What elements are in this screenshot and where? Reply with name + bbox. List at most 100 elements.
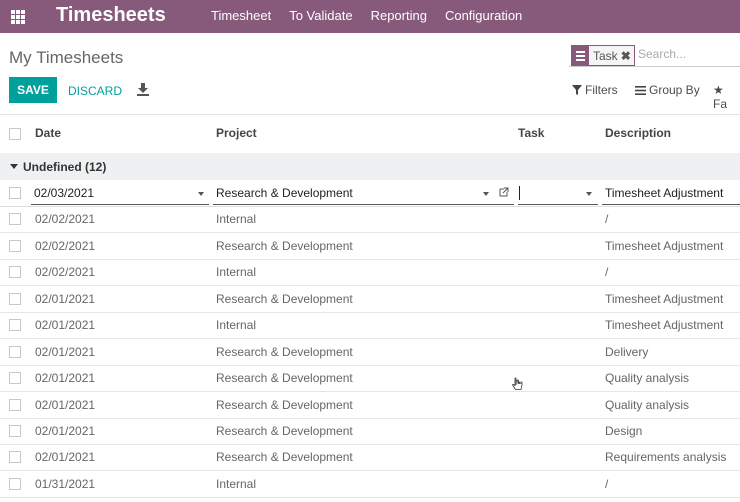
menu-item-timesheet[interactable]: Timesheet bbox=[211, 8, 271, 23]
table-row[interactable]: 02/01/2021 Research & Development Qualit… bbox=[0, 365, 740, 392]
star-icon: ★ bbox=[713, 83, 724, 97]
row-date: 02/01/2021 bbox=[35, 398, 96, 412]
row-date: 02/01/2021 bbox=[35, 318, 96, 332]
row-checkbox[interactable] bbox=[9, 478, 21, 490]
table-row[interactable]: 02/01/2021 Research & Development Delive… bbox=[0, 339, 740, 366]
table-row[interactable]: 02/02/2021 Internal / bbox=[0, 259, 740, 286]
select-all-checkbox[interactable] bbox=[9, 128, 21, 140]
group-by-button[interactable]: Group By bbox=[635, 83, 700, 97]
search-facet-task[interactable]: Task ✖ bbox=[571, 45, 635, 66]
row-description: Delivery bbox=[605, 345, 649, 359]
project-field[interactable]: Research & Development bbox=[213, 183, 514, 205]
facet-label: Task bbox=[593, 48, 618, 63]
download-icon[interactable] bbox=[137, 83, 149, 96]
row-date: 02/01/2021 bbox=[35, 450, 96, 464]
discard-button[interactable]: DISCARD bbox=[68, 84, 122, 98]
hand-cursor-icon bbox=[512, 377, 523, 390]
table-row[interactable]: 02/01/2021 Research & Development Timesh… bbox=[0, 286, 740, 313]
table-row[interactable]: 02/01/2021 Research & Development Qualit… bbox=[0, 392, 740, 419]
favorites-button[interactable]: ★ Fa bbox=[713, 83, 740, 111]
row-description: Quality analysis bbox=[605, 371, 690, 385]
row-checkbox[interactable] bbox=[9, 293, 21, 305]
table-row[interactable]: 02/02/2021 Internal / bbox=[0, 206, 740, 233]
row-project: Internal bbox=[216, 318, 257, 332]
menu-item-reporting[interactable]: Reporting bbox=[371, 8, 427, 23]
table-row[interactable]: 02/01/2021 Research & Development Design bbox=[0, 418, 740, 445]
favorites-label: Fa bbox=[713, 97, 728, 111]
task-field[interactable] bbox=[518, 183, 598, 205]
filters-label: Filters bbox=[585, 83, 618, 97]
column-header-description[interactable]: Description bbox=[605, 126, 671, 140]
dropdown-caret-icon[interactable] bbox=[483, 192, 489, 196]
row-project: Internal bbox=[216, 212, 257, 226]
row-description: Requirements analysis bbox=[605, 450, 727, 464]
filter-icon bbox=[572, 85, 582, 95]
save-button[interactable]: SAVE bbox=[9, 77, 57, 103]
row-description: Design bbox=[605, 424, 643, 438]
row-checkbox[interactable] bbox=[9, 266, 21, 278]
table-row[interactable]: 02/01/2021 Internal Timesheet Adjustment bbox=[0, 312, 740, 339]
search-bar[interactable]: Task ✖ Search... bbox=[569, 43, 740, 67]
caret-down-icon bbox=[10, 164, 18, 169]
row-date: 01/31/2021 bbox=[35, 477, 96, 491]
row-checkbox[interactable] bbox=[9, 399, 21, 411]
list-icon bbox=[572, 46, 589, 65]
group-by-icon bbox=[635, 85, 646, 95]
row-date: 02/01/2021 bbox=[35, 345, 96, 359]
row-description: Timesheet Adjustment bbox=[605, 318, 724, 332]
menu-item-to-validate[interactable]: To Validate bbox=[289, 8, 352, 23]
row-project: Research & Development bbox=[216, 450, 353, 464]
row-date: 02/01/2021 bbox=[35, 424, 96, 438]
top-navbar: Timesheets Timesheet To Validate Reporti… bbox=[0, 0, 740, 33]
app-title[interactable]: Timesheets bbox=[56, 4, 166, 27]
row-checkbox[interactable] bbox=[9, 425, 21, 437]
row-checkbox[interactable] bbox=[9, 319, 21, 331]
table-row[interactable]: 02/01/2021 Research & Development Requir… bbox=[0, 444, 740, 471]
search-input[interactable]: Search... bbox=[638, 47, 686, 61]
table-row[interactable]: 01/31/2021 Internal / bbox=[0, 471, 740, 498]
external-link-icon[interactable] bbox=[499, 187, 509, 197]
row-project: Internal bbox=[216, 477, 257, 491]
row-project: Research & Development bbox=[216, 424, 353, 438]
row-date: 02/02/2021 bbox=[35, 265, 96, 279]
dropdown-caret-icon[interactable] bbox=[198, 192, 204, 196]
group-label: Undefined (12) bbox=[23, 160, 107, 174]
row-description: Quality analysis bbox=[605, 398, 690, 412]
row-project: Research & Development bbox=[216, 239, 353, 253]
column-header-date[interactable]: Date bbox=[35, 126, 61, 140]
row-date: 02/02/2021 bbox=[35, 239, 96, 253]
text-cursor bbox=[519, 186, 520, 200]
row-checkbox[interactable] bbox=[9, 372, 21, 384]
filters-button[interactable]: Filters bbox=[572, 83, 618, 97]
table-header: Date Project Task Description bbox=[0, 115, 740, 154]
row-checkbox[interactable] bbox=[9, 451, 21, 463]
group-row[interactable]: Undefined (12) bbox=[0, 153, 740, 180]
row-checkbox[interactable] bbox=[9, 346, 21, 358]
main-menu: Timesheet To Validate Reporting Configur… bbox=[211, 8, 540, 23]
row-checkbox[interactable] bbox=[9, 213, 21, 225]
row-checkbox[interactable] bbox=[9, 240, 21, 252]
row-description: / bbox=[605, 212, 609, 226]
column-header-task[interactable]: Task bbox=[518, 126, 544, 140]
row-project: Internal bbox=[216, 265, 257, 279]
row-project: Research & Development bbox=[216, 371, 353, 385]
description-field[interactable]: Timesheet Adjustment bbox=[602, 183, 740, 205]
date-field[interactable]: 02/03/2021 bbox=[31, 183, 209, 205]
group-by-label: Group By bbox=[649, 83, 700, 97]
row-checkbox[interactable] bbox=[9, 187, 21, 199]
remove-facet-icon[interactable]: ✖ bbox=[621, 49, 634, 63]
apps-menu-icon[interactable] bbox=[11, 10, 25, 24]
menu-item-configuration[interactable]: Configuration bbox=[445, 8, 522, 23]
date-value: 02/03/2021 bbox=[34, 186, 95, 200]
row-description: Timesheet Adjustment bbox=[605, 292, 724, 306]
table-row[interactable]: 02/02/2021 Research & Development Timesh… bbox=[0, 233, 740, 260]
dropdown-caret-icon[interactable] bbox=[586, 192, 592, 196]
editable-row: 02/03/2021 Research & Development Timesh… bbox=[0, 180, 740, 207]
row-description: Timesheet Adjustment bbox=[605, 239, 724, 253]
description-value: Timesheet Adjustment bbox=[605, 186, 724, 200]
row-description: / bbox=[605, 265, 609, 279]
row-description: / bbox=[605, 477, 609, 491]
column-header-project[interactable]: Project bbox=[216, 126, 257, 140]
row-project: Research & Development bbox=[216, 292, 353, 306]
breadcrumb: My Timesheets bbox=[9, 48, 124, 67]
